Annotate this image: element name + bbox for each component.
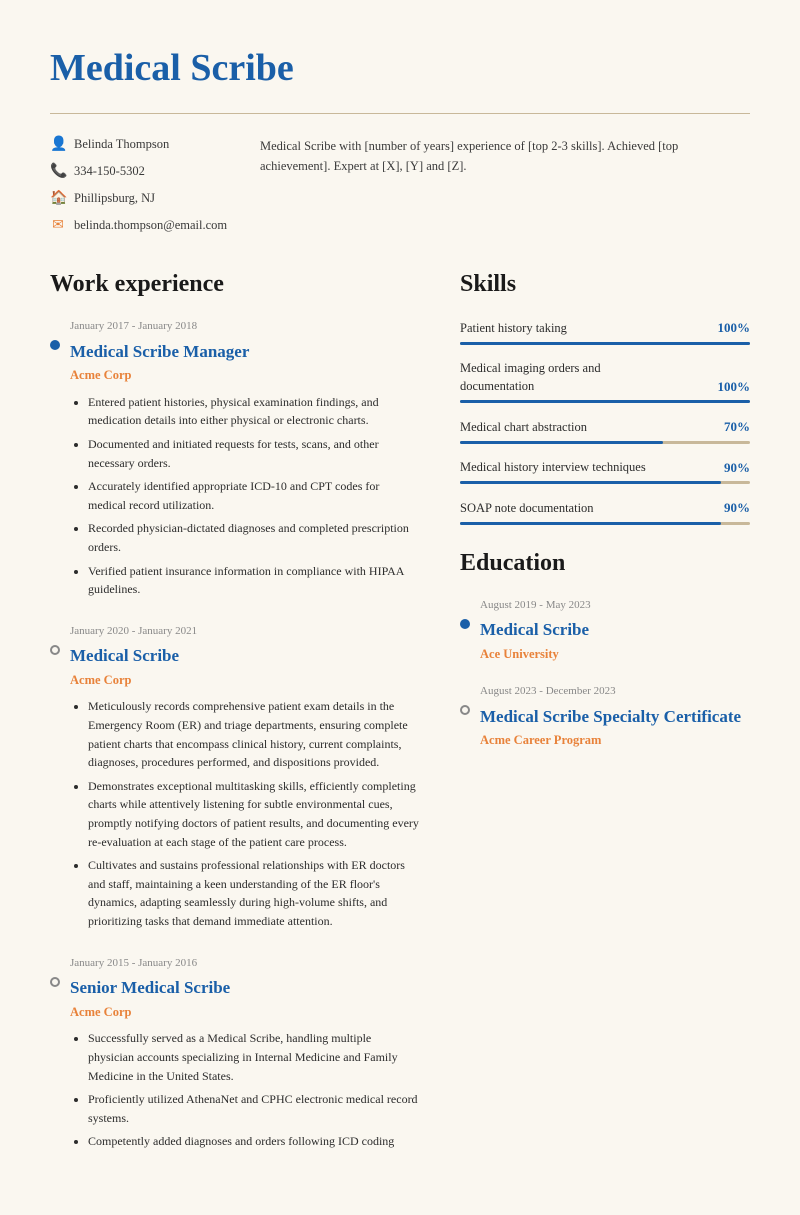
list-item: Accurately identified appropriate ICD-10…: [88, 477, 420, 514]
list-item: Demonstrates exceptional multitasking sk…: [88, 777, 420, 851]
education-title: Education: [460, 545, 750, 581]
contact-location: Phillipsburg, NJ: [74, 189, 155, 208]
list-item: Recorded physician-dictated diagnoses an…: [88, 519, 420, 556]
skill-pct-1: 100%: [718, 377, 751, 397]
contact-name: Belinda Thompson: [74, 135, 169, 154]
contact-summary: 👤 Belinda Thompson 📞 334-150-5302 🏠 Phil…: [50, 134, 750, 236]
header-divider: [50, 113, 750, 114]
contact-phone: 334-150-5302: [74, 162, 145, 181]
list-item: Verified patient insurance information i…: [88, 562, 420, 599]
work-company-1: Acme Corp: [70, 366, 420, 385]
person-icon: 👤: [50, 134, 66, 155]
skill-bar-bg-2: [460, 441, 750, 444]
edu-bullet-1: [460, 701, 470, 721]
work-company-2: Acme Corp: [70, 671, 420, 690]
page-title: Medical Scribe: [50, 40, 750, 97]
list-item: Successfully served as a Medical Scribe,…: [88, 1029, 420, 1085]
work-bullet-2: [50, 641, 60, 661]
skill-label-row-4: SOAP note documentation 90%: [460, 498, 750, 518]
work-experience-title: Work experience: [50, 266, 420, 302]
skill-label-4: SOAP note documentation: [460, 499, 594, 518]
list-item: Competently added diagnoses and orders f…: [88, 1132, 420, 1151]
work-bullet-3: [50, 973, 60, 993]
resume-page: Medical Scribe 👤 Belinda Thompson 📞 334-…: [0, 0, 800, 1215]
list-item: Cultivates and sustains professional rel…: [88, 856, 420, 930]
skill-pct-3: 90%: [724, 458, 750, 478]
skills-title: Skills: [460, 266, 750, 302]
work-bullet-1: [50, 336, 60, 356]
work-company-3: Acme Corp: [70, 1003, 420, 1022]
work-bullets-3: Successfully served as a Medical Scribe,…: [70, 1029, 420, 1151]
skill-bar-fill-2: [460, 441, 663, 444]
location-icon: 🏠: [50, 188, 66, 209]
skill-pct-0: 100%: [718, 318, 751, 338]
skill-label-2: Medical chart abstraction: [460, 418, 587, 437]
list-item: Entered patient histories, physical exam…: [88, 393, 420, 430]
contact-name-row: 👤 Belinda Thompson: [50, 134, 230, 155]
work-title-1: Medical Scribe Manager: [70, 339, 420, 365]
work-date-1: January 2017 - January 2018: [70, 318, 420, 335]
edu-date-0: August 2019 - May 2023: [480, 597, 750, 614]
edu-bullet-0: [460, 615, 470, 635]
contact-phone-row: 📞 334-150-5302: [50, 161, 230, 182]
work-bullets-1: Entered patient histories, physical exam…: [70, 393, 420, 599]
work-date-2: January 2020 - January 2021: [70, 623, 420, 640]
skill-item-1: Medical imaging orders and documentation…: [460, 359, 750, 404]
skill-bar-fill-0: [460, 342, 750, 345]
skill-label-row-2: Medical chart abstraction 70%: [460, 417, 750, 437]
skill-label-3: Medical history interview techniques: [460, 458, 646, 477]
work-title-3: Senior Medical Scribe: [70, 975, 420, 1001]
skill-pct-4: 90%: [724, 498, 750, 518]
skill-bar-fill-3: [460, 481, 721, 484]
left-column: Work experience January 2017 - January 2…: [50, 266, 420, 1175]
skill-bar-fill-4: [460, 522, 721, 525]
email-icon: ✉: [50, 215, 66, 236]
skill-label-row-1: Medical imaging orders and documentation…: [460, 359, 750, 397]
skill-label-0: Patient history taking: [460, 319, 567, 338]
skill-item-2: Medical chart abstraction 70%: [460, 417, 750, 444]
edu-title-0: Medical Scribe: [480, 617, 750, 643]
edu-date-1: August 2023 - December 2023: [480, 683, 750, 700]
list-item: Proficiently utilized AthenaNet and CPHC…: [88, 1090, 420, 1127]
skill-item-0: Patient history taking 100%: [460, 318, 750, 345]
phone-icon: 📞: [50, 161, 66, 182]
work-item-1: January 2017 - January 2018 Medical Scri…: [50, 318, 420, 599]
list-item: Documented and initiated requests for te…: [88, 435, 420, 472]
edu-institution-0: Ace University: [480, 645, 750, 664]
skill-item-3: Medical history interview techniques 90%: [460, 458, 750, 485]
main-body: Work experience January 2017 - January 2…: [50, 266, 750, 1175]
skill-label-1: Medical imaging orders and documentation: [460, 359, 660, 397]
edu-item-0: August 2019 - May 2023 Medical Scribe Ac…: [460, 597, 750, 664]
skill-bar-fill-1: [460, 400, 750, 403]
work-bullets-2: Meticulously records comprehensive patie…: [70, 697, 420, 930]
work-title-2: Medical Scribe: [70, 643, 420, 669]
skill-bar-bg-1: [460, 400, 750, 403]
skill-bar-bg-4: [460, 522, 750, 525]
edu-institution-1: Acme Career Program: [480, 731, 750, 750]
right-column: Skills Patient history taking 100% Medic…: [460, 266, 750, 1175]
skill-label-row-3: Medical history interview techniques 90%: [460, 458, 750, 478]
work-item-3: January 2015 - January 2016 Senior Medic…: [50, 955, 420, 1151]
skill-label-row-0: Patient history taking 100%: [460, 318, 750, 338]
contact-email-row: ✉ belinda.thompson@email.com: [50, 215, 230, 236]
contact-email: belinda.thompson@email.com: [74, 216, 227, 235]
profile-summary: Medical Scribe with [number of years] ex…: [260, 134, 750, 236]
list-item: Meticulously records comprehensive patie…: [88, 697, 420, 771]
work-item-2: January 2020 - January 2021 Medical Scri…: [50, 623, 420, 931]
skill-item-4: SOAP note documentation 90%: [460, 498, 750, 525]
work-date-3: January 2015 - January 2016: [70, 955, 420, 972]
contact-location-row: 🏠 Phillipsburg, NJ: [50, 188, 230, 209]
skill-bar-bg-3: [460, 481, 750, 484]
skill-pct-2: 70%: [724, 417, 750, 437]
skill-bar-bg-0: [460, 342, 750, 345]
edu-title-1: Medical Scribe Specialty Certificate: [480, 704, 750, 730]
edu-item-1: August 2023 - December 2023 Medical Scri…: [460, 683, 750, 750]
contact-info: 👤 Belinda Thompson 📞 334-150-5302 🏠 Phil…: [50, 134, 230, 236]
